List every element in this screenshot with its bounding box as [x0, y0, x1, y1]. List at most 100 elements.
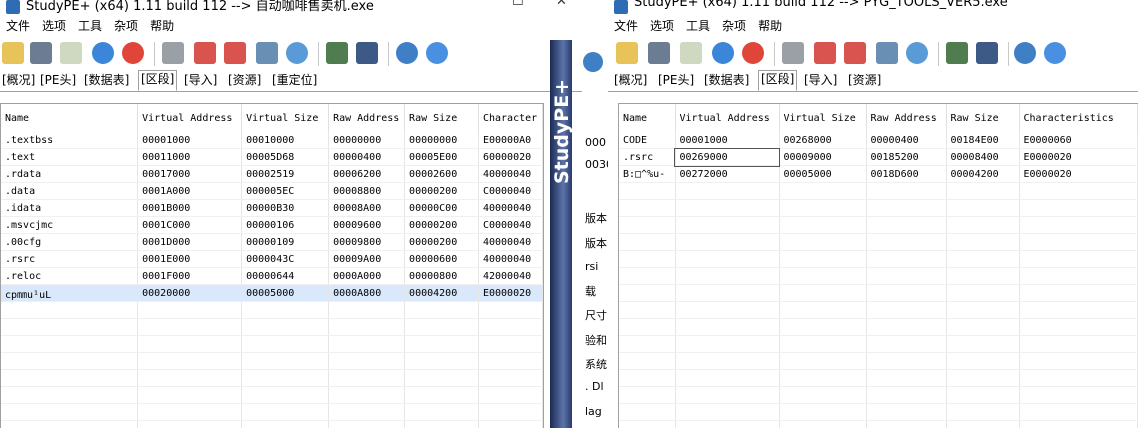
- chart-icon[interactable]: [60, 42, 82, 64]
- table-cell[interactable]: 0001C000: [137, 216, 243, 234]
- column-header[interactable]: Raw Address: [328, 104, 406, 132]
- monitor-icon[interactable]: [326, 42, 348, 64]
- tab-resources[interactable]: [资源]: [846, 72, 883, 89]
- save-icon[interactable]: [30, 42, 52, 64]
- column-header[interactable]: Characteristics: [1019, 104, 1138, 132]
- menu-help[interactable]: 帮助: [752, 16, 788, 36]
- table-cell[interactable]: 00001000: [137, 132, 243, 149]
- asm-icon[interactable]: [814, 42, 836, 64]
- table-row[interactable]: cp㎜u¹uL 00020000 00005000 0000A800 00004200 E…: [1, 284, 543, 302]
- table-row[interactable]: .00cfg 0001D000 00000109 00009800 00000200 40…: [1, 233, 543, 251]
- menu-file[interactable]: 文件: [0, 16, 36, 36]
- table-cell[interactable]: 40000040: [478, 199, 543, 217]
- column-header[interactable]: Virtual Address: [137, 104, 243, 132]
- table-cell[interactable]: 00269000: [674, 147, 780, 167]
- table-cell[interactable]: .idata: [1, 199, 139, 217]
- table-cell[interactable]: 00000109: [241, 233, 330, 251]
- table-row[interactable]: B:□^%u- 00272000 00005000 0018D600 00004200 E…: [619, 165, 1138, 183]
- table-cell[interactable]: 60000020: [478, 148, 543, 166]
- tab-sections[interactable]: [区段]: [758, 70, 798, 91]
- table-cell[interactable]: 00004200: [404, 284, 479, 302]
- maximize-icon[interactable]: ☐: [512, 0, 524, 9]
- table-cell[interactable]: 0001E000: [137, 250, 243, 268]
- table-cell[interactable]: 00011000: [137, 148, 243, 166]
- menu-tools[interactable]: 工具: [72, 16, 108, 36]
- table-cell[interactable]: 00000800: [404, 267, 479, 285]
- search-icon[interactable]: [906, 42, 928, 64]
- database-icon[interactable]: [782, 42, 804, 64]
- refresh-icon[interactable]: [712, 42, 734, 64]
- close-file-icon[interactable]: [742, 42, 764, 64]
- table-cell[interactable]: 00009A00: [328, 250, 406, 268]
- table-cell[interactable]: .data: [1, 182, 139, 200]
- table-cell[interactable]: 00268000: [779, 132, 867, 149]
- search-icon[interactable]: [286, 42, 308, 64]
- table-cell[interactable]: 40000040: [478, 233, 543, 251]
- chart-icon[interactable]: [680, 42, 702, 64]
- tab-imports[interactable]: [导入]: [182, 72, 219, 89]
- table-cell[interactable]: 00002600: [404, 165, 479, 183]
- column-header[interactable]: Virtual Address: [675, 104, 780, 132]
- table-cell[interactable]: 00000000: [328, 132, 406, 149]
- menu-help[interactable]: 帮助: [144, 16, 180, 36]
- table-cell[interactable]: .rdata: [1, 165, 139, 183]
- menu-file[interactable]: 文件: [608, 16, 644, 36]
- asm-compare-icon[interactable]: [844, 42, 866, 64]
- table-cell[interactable]: .textbss: [1, 132, 139, 149]
- table-cell[interactable]: .rsrc: [1, 250, 139, 268]
- table-cell[interactable]: 0000A000: [328, 267, 406, 285]
- export-icon[interactable]: [976, 42, 998, 64]
- calculator-icon[interactable]: [256, 42, 278, 64]
- table-cell[interactable]: 0000A800: [328, 284, 406, 302]
- table-cell[interactable]: 00009000: [779, 148, 867, 166]
- table-cell[interactable]: 000005EC: [241, 182, 330, 200]
- table-cell[interactable]: 00005D68: [241, 148, 330, 166]
- table-cell[interactable]: 00272000: [675, 165, 780, 183]
- table-cell[interactable]: 00001000: [675, 132, 780, 149]
- table-cell[interactable]: 00000C00: [404, 199, 479, 217]
- column-header[interactable]: Raw Size: [946, 104, 1020, 132]
- column-header[interactable]: Raw Size: [404, 104, 479, 132]
- table-cell[interactable]: 40000040: [478, 165, 543, 183]
- column-header[interactable]: Name: [1, 104, 139, 132]
- table-cell[interactable]: 40000040: [478, 250, 543, 268]
- table-cell[interactable]: .00cfg: [1, 233, 139, 251]
- table-row[interactable]: .text 00011000 00005D68 00000400 00005E00 600…: [1, 148, 543, 166]
- menu-options[interactable]: 选项: [36, 16, 72, 36]
- open-folder-icon[interactable]: [2, 42, 24, 64]
- table-cell[interactable]: 00000400: [866, 132, 947, 149]
- table-row[interactable]: .rsrc 00269000 00009000 00185200 00008400 E00…: [619, 147, 1138, 167]
- table-cell[interactable]: 00000200: [404, 233, 479, 251]
- tab-data-directory[interactable]: [数据表]: [702, 72, 751, 89]
- table-cell[interactable]: B:□^%u-: [619, 165, 676, 183]
- column-header[interactable]: Virtual Size: [779, 104, 867, 132]
- tab-pe-header[interactable]: [PE头]: [656, 72, 696, 89]
- tab-overview[interactable]: [概况]: [0, 72, 37, 89]
- table-cell[interactable]: 00185200: [866, 148, 947, 166]
- asm-icon[interactable]: [194, 42, 216, 64]
- table-cell[interactable]: 00020000: [137, 284, 243, 302]
- menu-options[interactable]: 选项: [644, 16, 680, 36]
- table-cell[interactable]: E00000A0: [478, 132, 543, 149]
- column-header[interactable]: Character: [478, 104, 543, 132]
- tab-pe-header[interactable]: [PE头]: [38, 72, 78, 89]
- calculator-icon[interactable]: [876, 42, 898, 64]
- monitor-icon[interactable]: [946, 42, 968, 64]
- tab-data-directory[interactable]: [数据表]: [82, 72, 131, 89]
- save-icon[interactable]: [648, 42, 670, 64]
- table-cell[interactable]: C0000040: [478, 216, 543, 234]
- table-row[interactable]: .textbss 00001000 00010000 00000000 00000000…: [1, 132, 543, 149]
- tab-relocations[interactable]: [重定位]: [270, 72, 319, 89]
- table-cell[interactable]: 00184E00: [946, 132, 1020, 149]
- export-icon[interactable]: [356, 42, 378, 64]
- close-icon[interactable]: ✕: [556, 0, 567, 9]
- tab-sections[interactable]: [区段]: [138, 70, 178, 91]
- table-cell[interactable]: 0018D600: [866, 165, 947, 183]
- table-cell[interactable]: 42000040: [478, 267, 543, 285]
- table-cell[interactable]: 00008A00: [328, 199, 406, 217]
- table-row[interactable]: .data 0001A000 000005EC 00008800 00000200 C00…: [1, 182, 543, 200]
- table-cell[interactable]: C0000040: [478, 182, 543, 200]
- table-cell[interactable]: 00000600: [404, 250, 479, 268]
- table-cell[interactable]: CODE: [619, 132, 676, 149]
- table-cell[interactable]: 00002519: [241, 165, 330, 183]
